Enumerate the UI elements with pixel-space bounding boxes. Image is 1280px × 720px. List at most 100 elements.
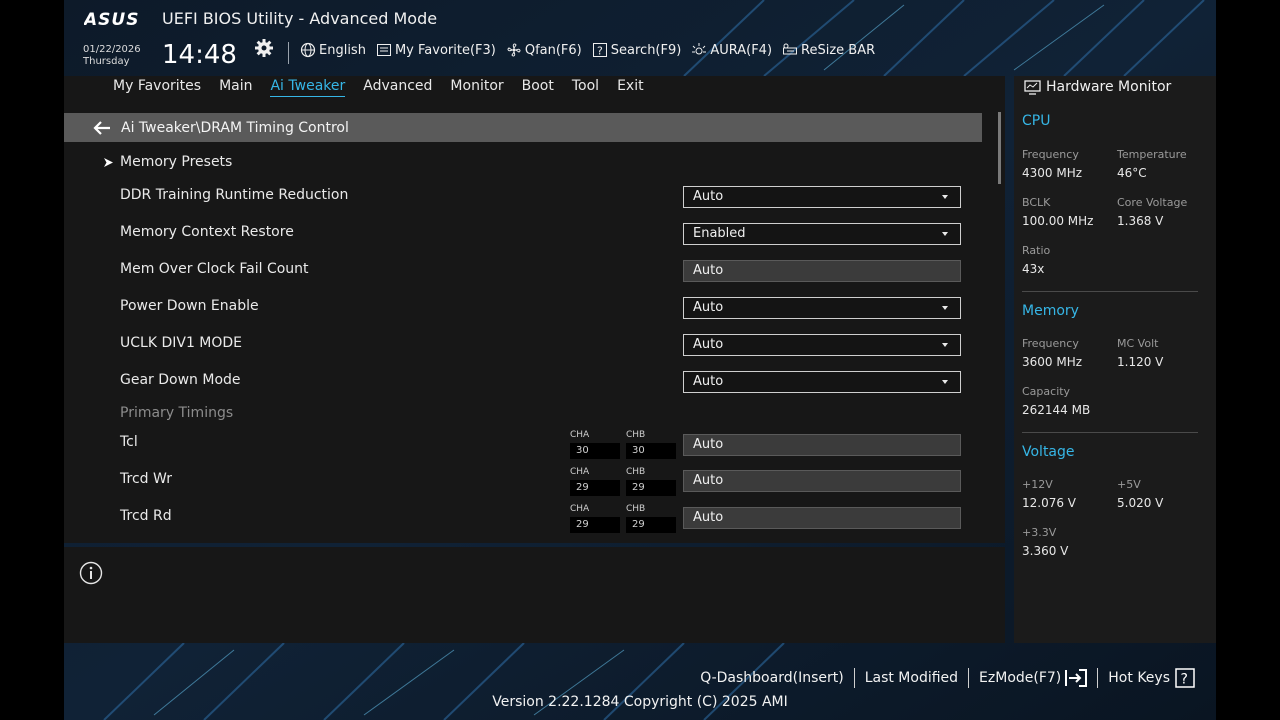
memory-presets-label: Memory Presets	[120, 154, 233, 170]
search-label: Search(F9)	[610, 42, 682, 58]
ratio-label: Ratio	[1022, 244, 1051, 257]
voltage-section-title: Voltage	[1022, 444, 1075, 460]
my-favorite-button[interactable]: My Favorite(F3)	[376, 42, 496, 58]
setting-label-uclk-div1-mode: UCLK DIV1 MODE	[120, 335, 243, 351]
search-help-icon: ?	[592, 43, 607, 58]
caret-down-icon	[942, 380, 948, 384]
memory-presets-item[interactable]: Memory Presets	[104, 154, 233, 170]
tab-advanced[interactable]: Advanced	[363, 78, 432, 97]
bclk-value: 100.00 MHz	[1022, 214, 1094, 228]
trcd-wr-field[interactable]: Auto	[683, 470, 961, 492]
top-bar: ASUS UEFI BIOS Utility - Advanced Mode 0…	[64, 0, 1216, 76]
memory-context-restore-value: Enabled	[693, 226, 746, 241]
setting-label-mem-oc-fail-count: Mem Over Clock Fail Count	[120, 261, 309, 277]
hot-keys-button[interactable]: Hot Keys ?	[1098, 668, 1206, 688]
favorite-icon	[376, 44, 391, 56]
setting-label-tcl: Tcl	[120, 434, 138, 450]
core-voltage-value: 1.368 V	[1117, 214, 1164, 228]
tcl-chb-value: 30	[626, 443, 676, 459]
hardware-monitor-title: Hardware Monitor	[1024, 79, 1171, 95]
chb-label: CHB	[626, 467, 646, 477]
monitor-icon	[1024, 79, 1041, 95]
tab-tool[interactable]: Tool	[572, 78, 599, 97]
cpu-section-title: CPU	[1022, 113, 1051, 129]
resize-bar-button[interactable]: ReSize BAR	[782, 42, 875, 58]
weekday-text: Thursday	[83, 56, 130, 67]
tab-exit[interactable]: Exit	[617, 78, 644, 97]
hardware-monitor-label: Hardware Monitor	[1046, 79, 1172, 95]
tab-main[interactable]: Main	[219, 78, 252, 97]
gear-icon[interactable]	[254, 38, 274, 58]
ddr-training-dropdown[interactable]: Auto	[683, 186, 961, 208]
cpu-frequency-value: 4300 MHz	[1022, 166, 1083, 180]
trcd-rd-field[interactable]: Auto	[683, 507, 961, 529]
uclk-div1-mode-value: Auto	[693, 337, 724, 352]
tcl-cha-value: 30	[570, 443, 620, 459]
aura-icon	[692, 43, 707, 55]
v5-value: 5.020 V	[1117, 496, 1164, 510]
capacity-value: 262144 MB	[1022, 403, 1091, 417]
aura-button[interactable]: AURA(F4)	[691, 42, 772, 58]
tcl-field[interactable]: Auto	[683, 434, 961, 456]
bios-window: ASUS UEFI BIOS Utility - Advanced Mode 0…	[64, 0, 1216, 720]
cha-label: CHA	[570, 430, 590, 440]
capacity-label: Capacity	[1022, 385, 1071, 398]
caret-down-icon	[942, 232, 948, 236]
search-button[interactable]: ? Search(F9)	[592, 42, 682, 58]
tab-boot[interactable]: Boot	[522, 78, 554, 97]
q-dashboard-label: Q-Dashboard(Insert)	[700, 670, 844, 686]
divider	[1022, 291, 1198, 292]
footer-bar: Q-Dashboard(Insert) Last Modified EzMode…	[64, 643, 1216, 720]
app-title: UEFI BIOS Utility - Advanced Mode	[162, 9, 438, 28]
globe-icon	[300, 42, 316, 58]
bclk-label: BCLK	[1022, 196, 1051, 209]
cpu-frequency-label: Frequency	[1022, 148, 1079, 161]
qfan-label: Qfan(F6)	[524, 42, 582, 58]
setting-label-gear-down-mode: Gear Down Mode	[120, 372, 241, 388]
back-arrow-icon[interactable]	[92, 120, 112, 136]
ratio-value: 43x	[1022, 262, 1045, 276]
v33-label: +3.3V	[1022, 526, 1057, 539]
caret-down-icon	[942, 306, 948, 310]
date-text: 01/22/2026	[83, 44, 141, 55]
setting-label-trcd-rd: Trcd Rd	[120, 508, 172, 524]
caret-down-icon	[942, 195, 948, 199]
mem-oc-fail-count-field[interactable]: Auto	[683, 260, 961, 282]
uclk-div1-mode-dropdown[interactable]: Auto	[683, 334, 961, 356]
last-modified-button[interactable]: Last Modified	[855, 670, 968, 686]
core-voltage-label: Core Voltage	[1117, 196, 1188, 209]
setting-label-ddr-training: DDR Training Runtime Reduction	[120, 187, 349, 203]
tab-ai-tweaker[interactable]: Ai Tweaker	[270, 78, 346, 97]
footer-buttons: Q-Dashboard(Insert) Last Modified EzMode…	[690, 668, 1206, 688]
trcd-rd-value: Auto	[693, 510, 724, 525]
trcd-wr-chb-value: 29	[626, 480, 676, 496]
q-dashboard-button[interactable]: Q-Dashboard(Insert)	[690, 670, 854, 686]
gear-down-mode-dropdown[interactable]: Auto	[683, 371, 961, 393]
memory-context-restore-dropdown[interactable]: Enabled	[683, 223, 961, 245]
primary-timings-header: Primary Timings	[120, 405, 234, 421]
chevron-right-icon	[104, 157, 113, 167]
tab-monitor[interactable]: Monitor	[450, 78, 503, 97]
fan-icon	[507, 43, 521, 57]
language-button[interactable]: English	[300, 42, 366, 58]
scrollbar[interactable]	[998, 112, 1001, 184]
menu-tabs: My Favorites Main Ai Tweaker Advanced Mo…	[113, 78, 644, 97]
qfan-button[interactable]: Qfan(F6)	[506, 42, 582, 58]
version-text: Version 2.22.1284 Copyright (C) 2025 AMI	[492, 694, 788, 710]
resize-bar-label: ReSize BAR	[801, 42, 876, 58]
caret-down-icon	[942, 343, 948, 347]
setting-label-power-down-enable: Power Down Enable	[120, 298, 259, 314]
tab-my-favorites[interactable]: My Favorites	[113, 78, 201, 97]
chb-label: CHB	[626, 430, 646, 440]
v33-value: 3.360 V	[1022, 544, 1069, 558]
last-modified-label: Last Modified	[864, 670, 959, 686]
svg-text:?: ?	[597, 45, 603, 58]
setting-label-memory-context-restore: Memory Context Restore	[120, 224, 294, 240]
trcd-rd-cha-value: 29	[570, 517, 620, 533]
power-down-enable-dropdown[interactable]: Auto	[683, 297, 961, 319]
exit-mode-icon	[1065, 669, 1088, 687]
breadcrumb-path: Ai Tweaker\DRAM Timing Control	[121, 119, 349, 136]
cha-label: CHA	[570, 504, 590, 514]
toolbar: English My Favorite(F3) Qfan(F6) ? Searc…	[300, 42, 875, 58]
ezmode-button[interactable]: EzMode(F7)	[969, 668, 1097, 688]
